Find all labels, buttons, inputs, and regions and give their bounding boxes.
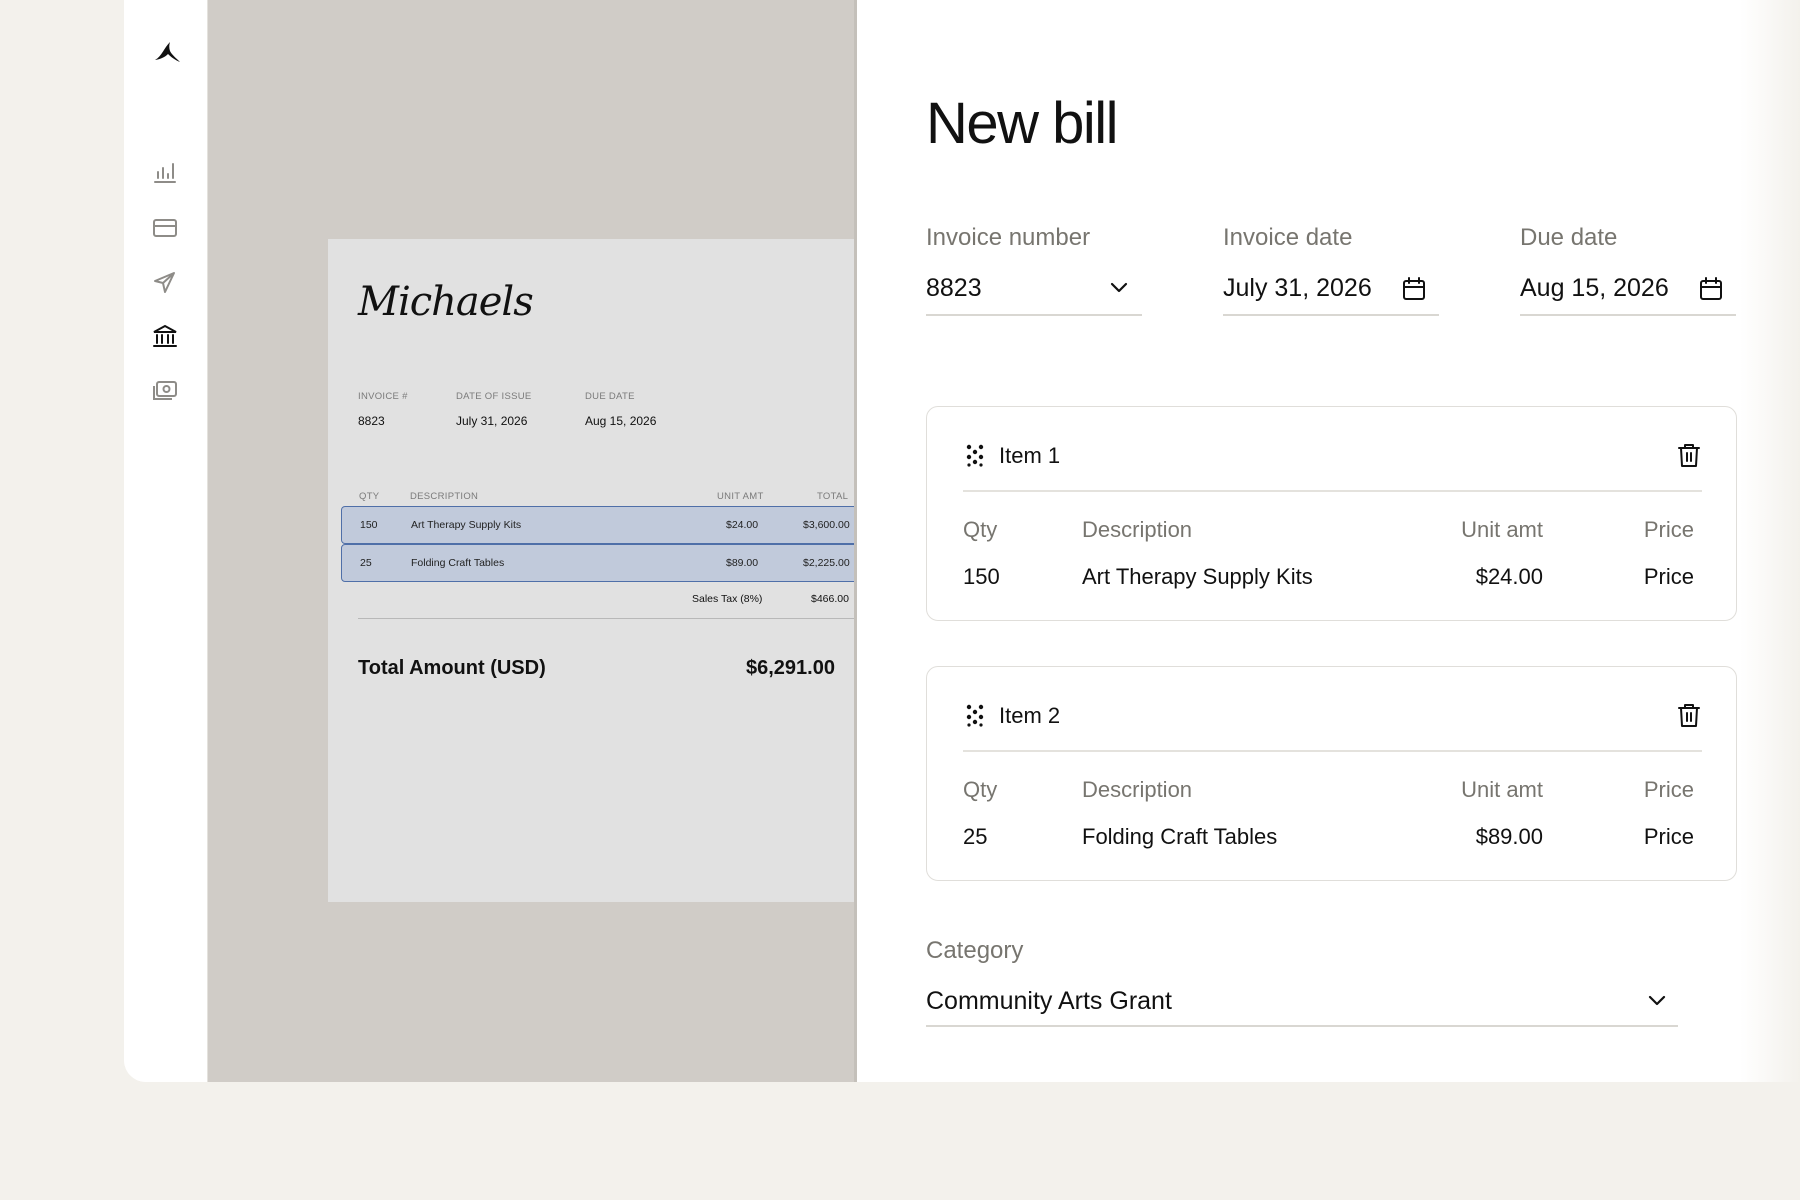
description-input[interactable]: Folding Craft Tables xyxy=(1082,824,1277,850)
invoice-date-label: Invoice date xyxy=(1223,224,1353,251)
line-unit-amt: $89.00 xyxy=(726,557,759,569)
invoice-line-row[interactable]: 25 Folding Craft Tables $89.00 $2,225.00 xyxy=(341,544,857,582)
invoice-preview-pane: Michaels INVOICE # 8823 DATE OF ISSUE Ju… xyxy=(208,0,857,1082)
unit-amt-input[interactable]: $24.00 xyxy=(1476,564,1543,590)
line-item-card: Item 2 Qty Description Unit amt Price 25… xyxy=(926,666,1737,881)
invoice-line-row[interactable]: 150 Art Therapy Supply Kits $24.00 $3,60… xyxy=(341,506,857,544)
invoice-number-value: 8823 xyxy=(358,414,385,428)
price-header: Price xyxy=(1643,777,1694,802)
app-window: Michaels INVOICE # 8823 DATE OF ISSUE Ju… xyxy=(124,0,1800,1082)
description-header: DESCRIPTION xyxy=(410,491,479,502)
new-bill-form: New bill Invoice number 8823 Invoice dat… xyxy=(857,0,1800,1082)
item-title: Item 1 xyxy=(999,443,1061,468)
calendar-icon[interactable] xyxy=(1698,276,1724,302)
line-total: $3,600.00 xyxy=(803,519,850,531)
line-total: $2,225.00 xyxy=(803,557,850,569)
invoice-number-value: 8823 xyxy=(926,274,982,302)
invoice-number-label: Invoice number xyxy=(926,224,1091,251)
description-header: Description xyxy=(1082,777,1193,802)
logo-icon[interactable] xyxy=(152,38,182,68)
line-unit-amt: $24.00 xyxy=(726,519,759,531)
total-header: TOTAL xyxy=(817,491,849,502)
chevron-down-icon xyxy=(1648,995,1666,1006)
chart-icon[interactable] xyxy=(152,160,178,186)
description-input[interactable]: Art Therapy Supply Kits xyxy=(1082,564,1313,590)
item-divider xyxy=(963,750,1702,752)
drag-handle-icon[interactable] xyxy=(963,703,987,727)
bank-icon[interactable] xyxy=(152,323,178,349)
edge-fade xyxy=(1740,0,1800,1082)
sidebar xyxy=(124,0,208,1082)
price-input[interactable]: Price xyxy=(1644,824,1694,850)
item-divider xyxy=(963,490,1702,492)
category-label: Category xyxy=(926,937,1024,964)
category-value: Community Arts Grant xyxy=(926,987,1172,1015)
cash-icon[interactable] xyxy=(152,378,178,404)
vendor-logo: Michaels xyxy=(358,279,534,325)
due-date-label: Due date xyxy=(1520,224,1618,251)
issue-date-label: DATE OF ISSUE xyxy=(456,391,532,402)
unit-amt-header: Unit amt xyxy=(1461,777,1543,802)
unit-amt-header: Unit amt xyxy=(1461,517,1543,542)
trash-icon[interactable] xyxy=(1676,702,1702,728)
line-qty: 150 xyxy=(360,519,378,531)
qty-header: Qty xyxy=(963,517,998,542)
chevron-down-icon xyxy=(1110,282,1128,293)
unit-amt-input[interactable]: $89.00 xyxy=(1476,824,1543,850)
qty-header: QTY xyxy=(359,491,380,502)
invoice-date-input[interactable]: July 31, 2026 xyxy=(1223,262,1439,316)
invoice-divider xyxy=(358,618,857,619)
qty-input[interactable]: 25 xyxy=(963,824,987,850)
invoice-date-value: July 31, 2026 xyxy=(1223,274,1372,302)
line-description: Art Therapy Supply Kits xyxy=(411,519,522,531)
due-date-input[interactable]: Aug 15, 2026 xyxy=(1520,262,1736,316)
plane-icon[interactable] xyxy=(152,270,178,296)
item-title: Item 2 xyxy=(999,703,1061,728)
issue-date-value: July 31, 2026 xyxy=(456,414,528,428)
category-select[interactable]: Community Arts Grant xyxy=(926,975,1678,1027)
due-date-label: DUE DATE xyxy=(585,391,635,402)
due-date-value: Aug 15, 2026 xyxy=(1520,274,1669,302)
description-header: Description xyxy=(1082,517,1193,542)
price-header: Price xyxy=(1643,517,1694,542)
qty-input[interactable]: 150 xyxy=(963,564,1000,590)
line-item-card: Item 1 Qty Description Unit amt Price 15… xyxy=(926,406,1737,621)
sales-tax-value: $466.00 xyxy=(811,593,849,605)
page-title: New bill xyxy=(926,91,1119,156)
invoice-number-label: INVOICE # xyxy=(358,391,408,402)
trash-icon[interactable] xyxy=(1676,442,1702,468)
due-date-value: Aug 15, 2026 xyxy=(585,414,657,428)
sales-tax-label: Sales Tax (8%) xyxy=(692,593,763,605)
qty-header: Qty xyxy=(963,777,998,802)
unit-amt-header: UNIT AMT xyxy=(717,491,764,502)
total-amount-label: Total Amount (USD) xyxy=(358,657,546,679)
price-input[interactable]: Price xyxy=(1644,564,1694,590)
drag-handle-icon[interactable] xyxy=(963,443,987,467)
line-qty: 25 xyxy=(360,557,372,569)
total-amount-value: $6,291.00 xyxy=(746,657,835,679)
calendar-icon[interactable] xyxy=(1401,276,1427,302)
card-icon[interactable] xyxy=(152,215,178,241)
invoice-document: Michaels INVOICE # 8823 DATE OF ISSUE Ju… xyxy=(328,239,857,902)
line-description: Folding Craft Tables xyxy=(411,557,505,569)
invoice-number-select[interactable]: 8823 xyxy=(926,262,1142,316)
